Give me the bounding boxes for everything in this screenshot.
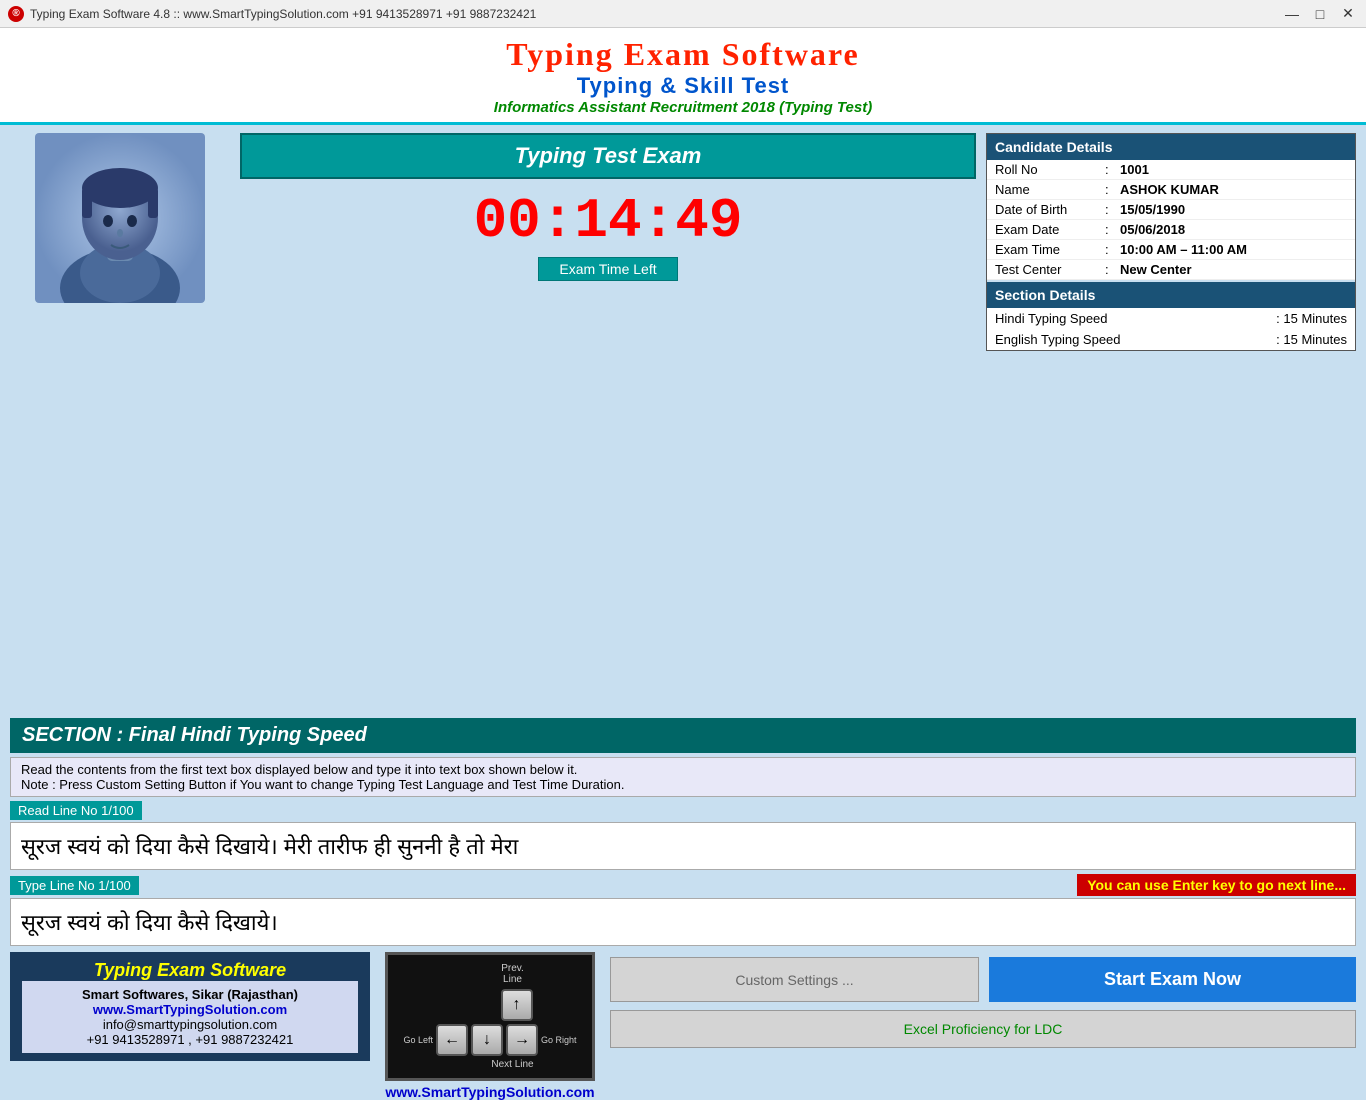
key-grid: Prev. Line ↑ Go Left ← ↓ → Go Right (396, 963, 584, 1070)
company-box: Typing Exam Software Smart Softwares, Si… (10, 952, 370, 1061)
test-center-value: New Center (1120, 262, 1192, 277)
company-link: www.SmartTypingSolution.com (32, 1002, 348, 1017)
english-speed-label: English Typing Speed (995, 332, 1121, 347)
candidate-avatar (35, 133, 205, 303)
name-key: Name (995, 182, 1105, 197)
read-line-box: सूरज स्वयं को दिया कैसे दिखाये। मेरी तार… (10, 822, 1356, 870)
timer-container: 00:14:49 Exam Time Left (240, 185, 976, 281)
right-buttons: Custom Settings ... Start Exam Now Excel… (610, 952, 1356, 1048)
exam-time-row: Exam Time : 10:00 AM – 11:00 AM (987, 240, 1355, 260)
exam-date-value: 05/06/2018 (1120, 222, 1185, 237)
excel-proficiency-button[interactable]: Excel Proficiency for LDC (610, 1010, 1356, 1048)
hindi-speed-value: : 15 Minutes (1276, 311, 1347, 326)
next-line-label: Next Line (491, 1059, 535, 1070)
candidate-details: Candidate Details Roll No : 1001 Name : … (986, 133, 1356, 351)
exam-subtitle: Informatics Assistant Recruitment 2018 (… (0, 99, 1366, 116)
prev-line-label: Prev. Line (491, 963, 535, 985)
exam-time-value: 10:00 AM – 11:00 AM (1120, 242, 1247, 257)
type-line-label: Type Line No 1/100 (10, 876, 139, 895)
company-email: info@smarttypingsolution.com (32, 1017, 348, 1032)
instruction1: Read the contents from the first text bo… (21, 762, 1345, 777)
bottom-area: SECTION : Final Hindi Typing Speed Read … (0, 718, 1366, 946)
company-details: Smart Softwares, Sikar (Rajasthan) www.S… (22, 981, 358, 1053)
timer-display: 00:14:49 (240, 189, 976, 253)
company-phone: +91 9413528971 , +91 9887232421 (32, 1032, 348, 1047)
left-arrow-key[interactable]: ← (436, 1024, 468, 1056)
exam-date-key: Exam Date (995, 222, 1105, 237)
hindi-speed-label: Hindi Typing Speed (995, 311, 1108, 326)
type-line-box[interactable]: सूरज स्वयं को दिया कैसे दिखाये। (10, 898, 1356, 946)
test-center-row: Test Center : New Center (987, 260, 1355, 280)
right-panel: Candidate Details Roll No : 1001 Name : … (986, 133, 1356, 710)
go-left-label: Go Left (403, 1035, 433, 1045)
minimize-button[interactable]: — (1282, 4, 1302, 24)
down-arrow-key[interactable]: ↓ (471, 1024, 503, 1056)
right-arrow-key[interactable]: → (506, 1024, 538, 1056)
app-header: Typing Exam Software Typing & Skill Test… (0, 28, 1366, 125)
titlebar-title: Typing Exam Software 4.8 :: www.SmartTyp… (30, 7, 1282, 21)
section-banner: SECTION : Final Hindi Typing Speed (10, 718, 1356, 753)
center-panel: Typing Test Exam 00:14:49 Exam Time Left (240, 133, 976, 710)
start-exam-button[interactable]: Start Exam Now (989, 957, 1356, 1002)
enter-hint: You can use Enter key to go next line... (1077, 874, 1356, 896)
maximize-button[interactable]: □ (1310, 4, 1330, 24)
name-value: ASHOK KUMAR (1120, 182, 1219, 197)
test-center-key: Test Center (995, 262, 1105, 277)
roll-no-value: 1001 (1120, 162, 1149, 177)
name-row: Name : ASHOK KUMAR (987, 180, 1355, 200)
typing-test-header: Typing Test Exam (240, 133, 976, 179)
custom-settings-button[interactable]: Custom Settings ... (610, 957, 979, 1002)
instruction-box: Read the contents from the first text bo… (10, 757, 1356, 797)
dob-row: Date of Birth : 15/05/1990 (987, 200, 1355, 220)
keyboard-img-area: Prev. Line ↑ Go Left ← ↓ → Go Right (385, 952, 595, 1081)
exam-time-key: Exam Time (995, 242, 1105, 257)
footer-area: Typing Exam Software Smart Softwares, Si… (0, 952, 1366, 1100)
roll-no-key: Roll No (995, 162, 1105, 177)
company-sub: Smart Softwares, Sikar (Rajasthan) (32, 987, 348, 1002)
bottom-label-row: Next Line (446, 1059, 535, 1070)
app-icon: ® (8, 6, 24, 22)
dob-value: 15/05/1990 (1120, 202, 1185, 217)
titlebar-controls: — □ ✕ (1282, 4, 1358, 24)
app-title-sub: Typing & Skill Test (0, 73, 1366, 99)
close-button[interactable]: ✕ (1338, 4, 1358, 24)
roll-no-row: Roll No : 1001 (987, 160, 1355, 180)
dob-key: Date of Birth (995, 202, 1105, 217)
app-title-main: Typing Exam Software (0, 36, 1366, 73)
exam-time-label: Exam Time Left (538, 257, 677, 281)
type-row: Type Line No 1/100 You can use Enter key… (10, 874, 1356, 896)
left-panel (10, 133, 230, 710)
mid-key-row: Go Left ← ↓ → Go Right (403, 1024, 576, 1056)
instruction2: Note : Press Custom Setting Button if Yo… (21, 777, 1345, 792)
candidate-details-header: Candidate Details (987, 134, 1355, 160)
company-name: Typing Exam Software (22, 960, 358, 981)
top-key-row: ↑ (448, 989, 533, 1021)
keyboard-diagram: Prev. Line ↑ Go Left ← ↓ → Go Right (385, 952, 595, 1100)
hindi-speed-row: Hindi Typing Speed : 15 Minutes (987, 308, 1355, 329)
english-speed-row: English Typing Speed : 15 Minutes (987, 329, 1355, 350)
keyboard-website: www.SmartTypingSolution.com (385, 1084, 595, 1100)
top-label-row: Prev. Line (446, 963, 535, 986)
up-arrow-key[interactable]: ↑ (501, 989, 533, 1021)
exam-date-row: Exam Date : 05/06/2018 (987, 220, 1355, 240)
main-area: Typing Test Exam 00:14:49 Exam Time Left… (0, 125, 1366, 718)
read-line-label: Read Line No 1/100 (10, 801, 142, 820)
english-speed-value: : 15 Minutes (1276, 332, 1347, 347)
titlebar: ® Typing Exam Software 4.8 :: www.SmartT… (0, 0, 1366, 28)
section-details-header: Section Details (987, 282, 1355, 308)
go-right-label: Go Right (541, 1035, 577, 1045)
